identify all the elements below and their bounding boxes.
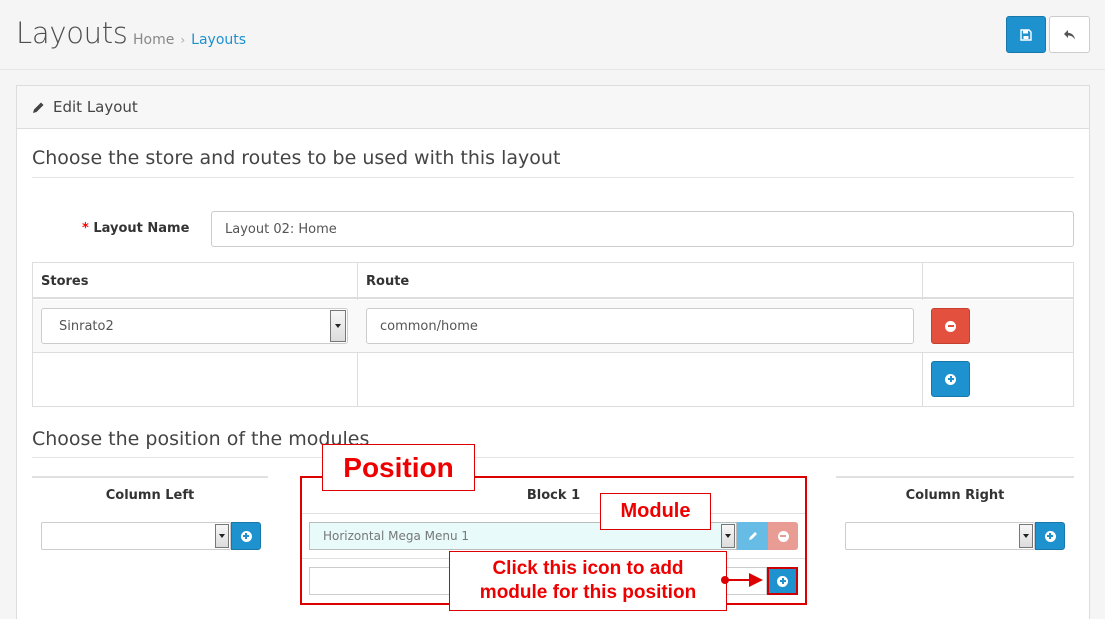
column-right-heading: Column Right [905,488,1005,503]
module-callout: Module [600,493,711,530]
position-callout: Position [322,444,475,491]
chevron-down-icon[interactable] [721,524,735,548]
minus-circle-icon [777,530,789,542]
store-select-value: Sinrato2 [59,318,114,334]
remove-module-button[interactable] [768,522,798,550]
breadcrumb-home[interactable]: Home [133,32,174,48]
add-module-callout-line1: Click this icon to add [492,558,684,579]
reply-icon [1063,29,1075,39]
layout-name-label-text: Layout Name [93,221,190,236]
panel-heading-title: Edit Layout [53,98,138,116]
panel-heading: Edit Layout [17,86,1089,129]
add-module-button[interactable] [767,567,798,595]
page-title: Layouts [16,16,128,50]
breadcrumb-separator: › [180,33,186,47]
breadcrumb-current[interactable]: Layouts [191,32,246,48]
floppy-disk-icon [1020,28,1032,41]
column-left-heading: Column Left [105,488,195,503]
column-left-add-button[interactable] [231,522,261,550]
route-input-value: common/home [380,318,478,334]
chevron-down-icon[interactable] [330,310,346,342]
plus-circle-icon [777,575,788,587]
required-mark: * [82,221,89,236]
add-module-callout: Click this icon to add module for this p… [449,551,727,611]
stores-column-header: Stores [41,274,89,289]
chevron-down-icon[interactable] [1019,524,1033,548]
column-left-top-rule [32,476,268,478]
remove-route-button[interactable] [931,308,970,344]
callout-arrow-head [749,573,763,587]
save-button[interactable] [1006,16,1046,53]
back-button[interactable] [1049,16,1090,53]
table-header [33,263,1073,299]
plus-circle-icon [240,530,252,542]
callout-arrow-dot [721,576,729,584]
edit-module-button[interactable] [737,522,768,550]
divider [302,513,805,514]
plus-circle-icon [1044,530,1056,542]
add-module-callout-line2: module for this position [479,582,697,603]
page-header: Layouts Home › Layouts [0,0,1105,70]
minus-circle-icon [945,320,956,332]
pencil-icon [748,532,757,540]
modules-section-legend: Choose the position of the modules [32,428,370,450]
store-select[interactable]: Sinrato2 [41,308,348,344]
add-route-button[interactable] [931,361,970,397]
column-left-module-select[interactable] [41,522,231,550]
routes-section-legend: Choose the store and routes to be used w… [32,147,561,169]
column-right-top-rule [836,476,1074,478]
layout-name-input[interactable] [211,211,1074,247]
block-1-module-value: Horizontal Mega Menu 1 [323,529,470,543]
divider [32,457,1074,458]
chevron-down-icon[interactable] [215,524,229,548]
route-column-header: Route [366,274,410,289]
layout-name-label: * Layout Name [82,221,189,236]
pencil-icon [33,102,44,113]
column-right-add-button[interactable] [1035,522,1065,550]
plus-circle-icon [945,373,956,385]
breadcrumb: Home › Layouts [133,32,246,48]
column-right-module-select[interactable] [845,522,1035,550]
route-input[interactable]: common/home [366,308,914,344]
divider [32,177,1074,178]
